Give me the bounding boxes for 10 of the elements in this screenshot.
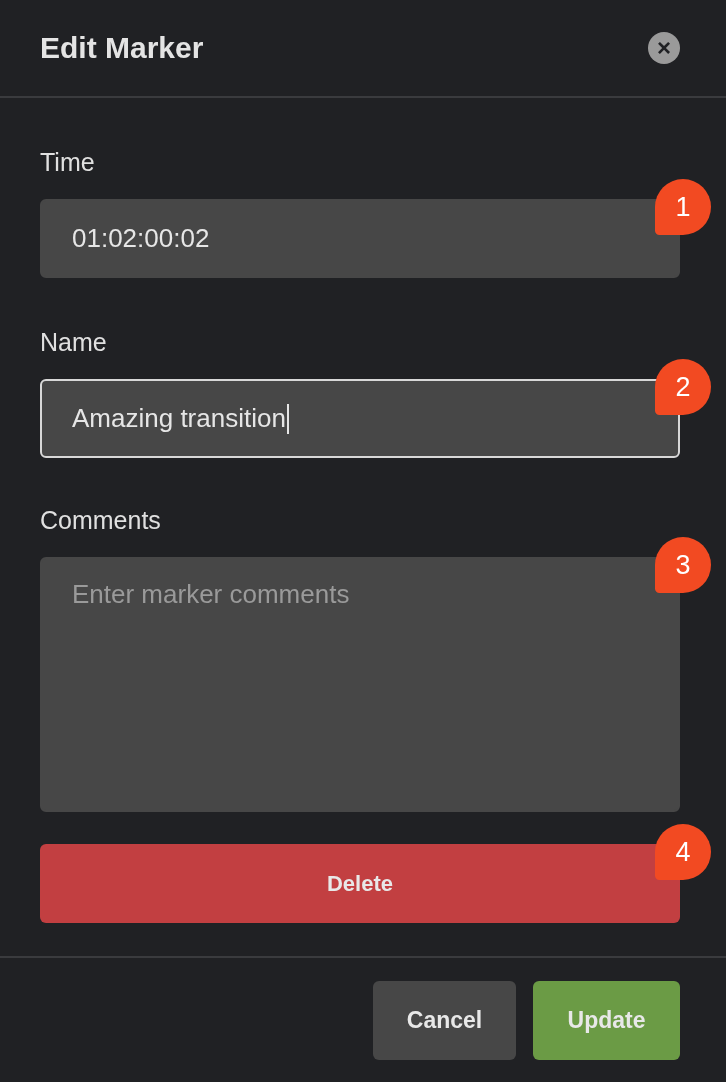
field-label: Name (40, 328, 107, 357)
callout-badge: 3 (655, 537, 711, 593)
callout-badge: 4 (655, 824, 711, 880)
callout-badge: 2 (655, 359, 711, 415)
field-label: Time (40, 148, 95, 177)
cancel-button[interactable]: Cancel (373, 980, 516, 1060)
callout-badge: 1 (655, 179, 711, 235)
field-label: Comments (40, 506, 161, 535)
dialog-title: Edit Marker (40, 31, 204, 65)
close-button[interactable]: × (648, 32, 680, 64)
